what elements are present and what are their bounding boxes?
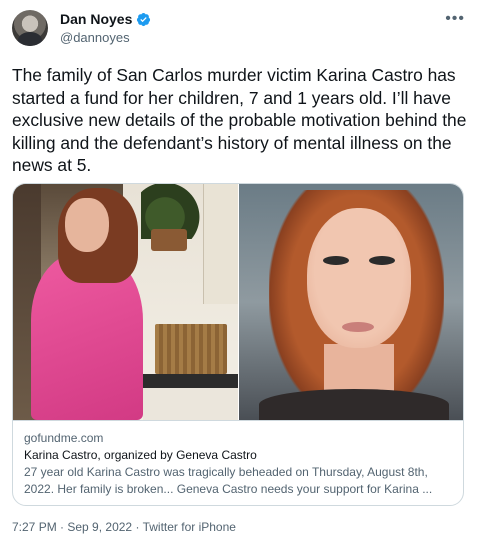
card-photo-left bbox=[13, 184, 238, 420]
card-info[interactable]: gofundme.com Karina Castro, organized by… bbox=[13, 420, 463, 505]
tweet-text: The family of San Carlos murder victim K… bbox=[12, 65, 467, 175]
separator: · bbox=[56, 520, 68, 534]
tweet-time[interactable]: 7:27 PM bbox=[12, 520, 57, 534]
card-domain: gofundme.com bbox=[24, 431, 104, 445]
tweet-metadata: 7:27 PM · Sep 9, 2022 · Twitter for iPho… bbox=[12, 520, 236, 534]
more-options-icon[interactable]: ••• bbox=[445, 10, 465, 28]
tweet-header: Dan Noyes @dannoyes ••• bbox=[12, 8, 465, 48]
card-description-line: 27 year old Karina Castro was tragically… bbox=[24, 465, 428, 479]
tweet-date[interactable]: Sep 9, 2022 bbox=[67, 520, 132, 534]
card-description: 27 year old Karina Castro was tragically… bbox=[24, 464, 454, 498]
avatar[interactable] bbox=[12, 10, 48, 46]
verified-badge-icon bbox=[137, 12, 151, 26]
card-description-line: 2022. Her family is broken... Geneva Cas… bbox=[24, 482, 433, 496]
name-row: Dan Noyes bbox=[60, 11, 151, 27]
card-photo-right bbox=[238, 184, 463, 420]
display-name[interactable]: Dan Noyes bbox=[60, 11, 132, 27]
card-title: Karina Castro, organized by Geneva Castr… bbox=[24, 448, 257, 462]
tweet-source[interactable]: Twitter for iPhone bbox=[143, 520, 236, 534]
link-card[interactable]: gofundme.com Karina Castro, organized by… bbox=[12, 183, 464, 506]
handle[interactable]: @dannoyes bbox=[60, 30, 130, 45]
separator: · bbox=[132, 520, 143, 534]
card-media[interactable] bbox=[13, 184, 463, 420]
